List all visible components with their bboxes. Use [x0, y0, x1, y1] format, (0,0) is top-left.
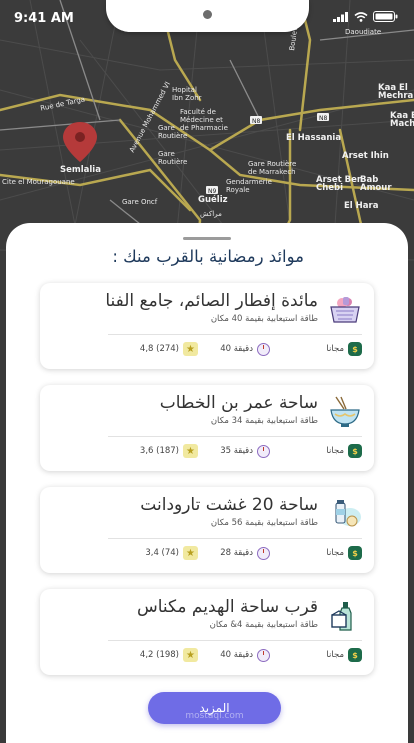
divider [108, 334, 362, 335]
rating-info: 4,8 (274) ★ [140, 341, 198, 357]
money-bag-icon: $ [348, 342, 362, 356]
status-icons [333, 11, 398, 22]
clock-icon [257, 546, 270, 560]
bottom-sheet[interactable]: موائد رمضانية بالقرب منك : مائدة إفطار ا… [6, 223, 408, 743]
drag-handle[interactable] [183, 237, 231, 240]
price-label: مجانا [326, 344, 344, 354]
map-label: Gare Routière de Marrakech [248, 160, 297, 176]
status-bar: 9:41 AM [0, 0, 414, 36]
price-label: مجانا [326, 548, 344, 558]
table-card[interactable]: قرب ساحة الهديم مكناس طاقة استيعابية بقي… [40, 589, 374, 675]
battery-icon [373, 11, 398, 22]
table-name: ساحة عمر بن الخطاب [159, 393, 318, 413]
map-label: Guéliz [198, 195, 228, 205]
map-label: Gare Oncf [122, 198, 158, 206]
map-label: Arset Ben Chebi [316, 175, 363, 193]
camera-dot [203, 10, 212, 19]
money-bag-icon: $ [348, 444, 362, 458]
price-label: مجانا [326, 650, 344, 660]
map-label: Bab Amour [360, 175, 392, 193]
bottle-box-icon [331, 602, 352, 631]
duration-info: 28 دقيقة [220, 545, 270, 561]
table-capacity: طاقة استيعابية بقيمة 56 مكان [210, 518, 318, 528]
duration-info: 40 دقيقة [220, 647, 270, 663]
money-bag-icon: $ [348, 546, 362, 560]
notch [106, 0, 309, 32]
table-name: مائدة إفطار الصائم، جامع الفنا [105, 291, 318, 311]
table-card[interactable]: ساحة 20 غشت تارودانت طاقة استيعابية بقيم… [40, 487, 374, 573]
map-label: Arset Ihin [342, 151, 389, 161]
milk-bread-icon [335, 500, 361, 527]
map-label: Gare Routière [158, 150, 188, 166]
duration-info: 35 دقيقة [220, 443, 270, 459]
status-time: 9:41 AM [14, 11, 74, 26]
money-bag-icon: $ [348, 648, 362, 662]
table-capacity: طاقة استيعابية بقيمة 34 مكان [210, 416, 318, 426]
divider [108, 640, 362, 641]
price-info: مجانا $ [326, 647, 362, 663]
noodle-bowl-icon [330, 396, 360, 427]
divider [108, 436, 362, 437]
table-capacity: طاقة استيعابية بقيمة 40 مكان [210, 314, 318, 324]
rating-info: 4,2 (198) ★ [140, 647, 198, 663]
rating-info: 3,6 (187) ★ [140, 443, 198, 459]
rating-info: 3,4 (74) ★ [145, 545, 198, 561]
duration-label: 28 دقيقة [220, 548, 253, 558]
rating-label: 3,6 (187) [139, 446, 179, 456]
duration-label: 40 دقيقة [220, 650, 253, 660]
rating-label: 4,2 (198) [139, 650, 179, 660]
food-basket-icon [330, 297, 360, 323]
duration-label: 40 دقيقة [220, 344, 253, 354]
road-marker: N8 [252, 118, 261, 125]
map-label: Kaa El Machra [390, 111, 414, 129]
clock-icon [257, 648, 270, 662]
map-label: مراكش [200, 210, 222, 218]
map-label: Gare Routière [158, 124, 188, 140]
rating-label: 4,8 (274) [139, 344, 179, 354]
duration-label: 35 دقيقة [220, 446, 253, 456]
price-label: مجانا [326, 446, 344, 456]
map-label: Gendarmerie Royale [226, 178, 272, 194]
table-card[interactable]: مائدة إفطار الصائم، جامع الفنا طاقة استي… [40, 283, 374, 369]
clock-icon [257, 444, 270, 458]
star-icon: ★ [183, 444, 198, 458]
table-name: قرب ساحة الهديم مكناس [136, 597, 318, 617]
watermark-text: mostaql.com [185, 711, 244, 721]
map-label: El Hassania [286, 133, 342, 143]
price-info: مجانا $ [326, 545, 362, 561]
signal-icon [333, 11, 348, 22]
more-button[interactable]: المزيد mostaql.com [148, 692, 281, 724]
price-info: مجانا $ [326, 443, 362, 459]
watermark: mostaql.com [148, 692, 281, 724]
table-name: ساحة 20 غشت تارودانت [140, 495, 318, 515]
map-label: Kaa El Mechra [378, 83, 414, 101]
duration-info: 40 دقيقة [220, 341, 270, 357]
rating-label: 3,4 (74) [145, 548, 179, 558]
road-marker: N9 [208, 188, 217, 195]
sheet-title: موائد رمضانية بالقرب منك : [112, 247, 304, 266]
map-label: Hopital Ibn Zohr [172, 86, 202, 102]
table-capacity: طاقة استيعابية بقيمة 4& مكان [209, 620, 318, 630]
map-label: Semlalia [60, 165, 101, 175]
star-icon: ★ [183, 546, 198, 560]
road-marker: N8 [319, 115, 328, 122]
star-icon: ★ [183, 648, 198, 662]
star-icon: ★ [183, 342, 198, 356]
divider [108, 538, 362, 539]
map-label: Cite el Mouragouane [2, 178, 75, 186]
table-card[interactable]: ساحة عمر بن الخطاب طاقة استيعابية بقيمة … [40, 385, 374, 471]
clock-icon [257, 342, 270, 356]
price-info: مجانا $ [326, 341, 362, 357]
map-label: El Hara [344, 201, 379, 211]
wifi-icon [354, 11, 368, 22]
